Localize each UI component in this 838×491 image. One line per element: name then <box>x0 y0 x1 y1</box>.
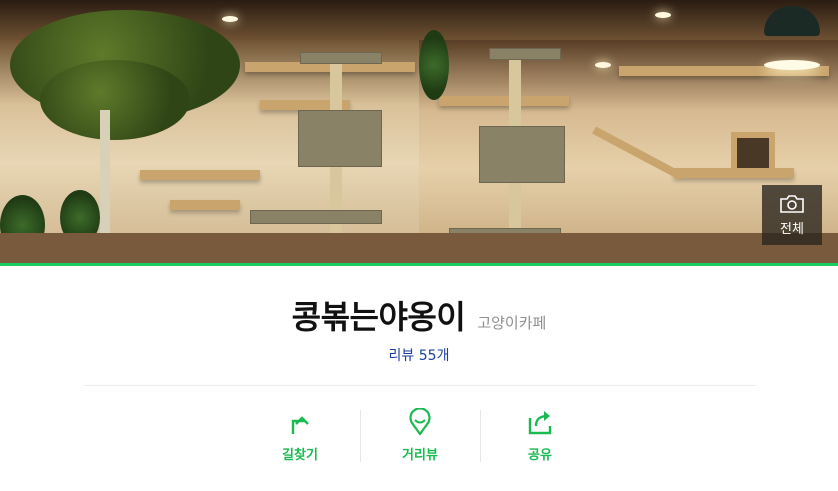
cat-tower-platform <box>300 52 382 64</box>
potted-plant <box>419 30 449 100</box>
review-count-link[interactable]: 리뷰 55개 <box>0 345 838 365</box>
wall-shelf <box>170 200 240 210</box>
directions-icon <box>291 416 309 434</box>
share-label: 공유 <box>528 448 552 463</box>
street-view-label: 거리뷰 <box>402 448 438 463</box>
street-view-button[interactable]: 거리뷰 <box>360 408 480 464</box>
place-title: 콩볶는야옹이 <box>291 298 466 336</box>
share-button[interactable]: 공유 <box>480 408 600 464</box>
wall-shelf <box>439 96 569 106</box>
ceiling-light <box>222 16 238 22</box>
hero-gallery[interactable] <box>0 0 838 263</box>
photo-floor <box>0 233 419 263</box>
cafe-photo-left[interactable] <box>0 0 419 263</box>
place-header: 콩볶는야옹이 고양이카페 <box>0 292 838 338</box>
camera-icon <box>780 194 804 213</box>
directions-label: 길찾기 <box>282 448 318 463</box>
pendant-lamp-light <box>764 60 820 70</box>
accent-divider <box>0 263 838 266</box>
cat-tower-platform <box>250 210 382 224</box>
wall-shelf <box>140 170 260 180</box>
cat-tower-house <box>479 126 565 183</box>
ceiling-light <box>655 12 671 18</box>
place-category: 고양이카페 <box>477 314 547 332</box>
directions-button[interactable]: 길찾기 <box>240 408 360 464</box>
cat-ramp <box>592 126 685 181</box>
share-icon <box>528 411 552 435</box>
cat-tower-house <box>298 110 382 167</box>
wall-niche <box>731 132 775 174</box>
gallery-all-label: 전체 <box>780 221 804 237</box>
action-bar: 길찾기 거리뷰 공유 <box>240 408 600 464</box>
tree-foliage <box>40 60 190 140</box>
cat-tower-platform <box>489 48 561 60</box>
section-divider <box>84 385 756 386</box>
map-pin-icon <box>409 408 431 436</box>
gallery-all-button[interactable]: 전체 <box>762 185 822 245</box>
ceiling-light <box>595 62 611 68</box>
